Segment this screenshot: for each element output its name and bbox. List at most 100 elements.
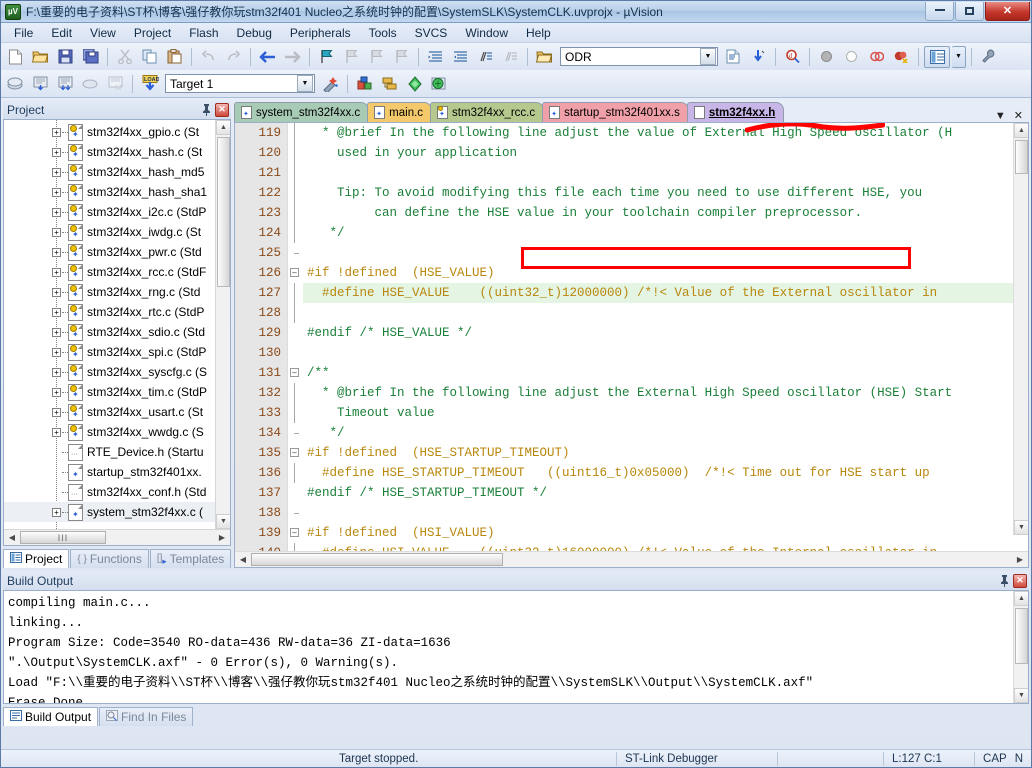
previous-bookmark-button[interactable] [340, 46, 363, 68]
expand-icon[interactable]: + [52, 187, 61, 197]
scrollbar-thumb[interactable] [251, 553, 503, 566]
uncomment-block-button[interactable] [499, 46, 522, 68]
chevron-down-icon[interactable]: ▼ [700, 48, 716, 65]
tree-item[interactable]: + ✦ stm32f4xx_iwdg.c (St [4, 222, 230, 242]
tree-item[interactable]: + ✦ stm32f4xx_spi.c (StdP [4, 342, 230, 362]
scroll-right-icon[interactable]: ▶ [214, 531, 230, 545]
fold-column[interactable] [287, 163, 303, 183]
expand-icon[interactable]: + [52, 327, 61, 337]
code-editor-body[interactable]: 119 * @brief In the following line adjus… [235, 123, 1028, 551]
menu-help[interactable]: Help [517, 24, 560, 42]
close-icon[interactable]: ✕ [1013, 573, 1027, 588]
expand-icon[interactable]: + [52, 127, 61, 137]
code-horizontal-scrollbar[interactable]: ◀ ▶ [235, 551, 1028, 567]
fold-column[interactable]: – [287, 363, 303, 383]
fold-column[interactable]: – [287, 263, 303, 283]
fold-column[interactable] [287, 183, 303, 203]
expand-icon[interactable]: + [52, 287, 61, 297]
editor-tab-stm32f4xx-rcc-c[interactable]: ✦ stm32f4xx_rcc.c [430, 102, 545, 122]
redo-button[interactable] [222, 46, 245, 68]
tree-item[interactable]: + ✦ stm32f4xx_hash.c (St [4, 142, 230, 162]
tab-functions[interactable]: { } Functions [70, 549, 149, 568]
fold-column[interactable] [287, 403, 303, 423]
collapse-icon[interactable]: – [290, 528, 299, 537]
expand-icon[interactable]: + [52, 267, 61, 277]
scroll-up-icon[interactable]: ▲ [1014, 123, 1028, 138]
breakpoint-toggle-button[interactable] [815, 46, 838, 68]
scrollbar-thumb[interactable] [1015, 140, 1028, 174]
scroll-down-icon[interactable]: ▼ [216, 514, 230, 529]
pack-installer-button[interactable] [403, 73, 426, 95]
menu-debug[interactable]: Debug [228, 24, 281, 42]
collapse-icon[interactable]: – [290, 368, 299, 377]
collapse-icon[interactable]: – [290, 448, 299, 457]
open-text-button[interactable] [533, 46, 556, 68]
pin-icon[interactable] [200, 103, 213, 117]
tree-item[interactable]: + ✦ stm32f4xx_pwr.c (Std [4, 242, 230, 262]
tree-item[interactable]: + ✦ stm32f4xx_hash_md5 [4, 162, 230, 182]
manage-windows-button[interactable] [924, 45, 950, 68]
open-file-button[interactable] [29, 46, 52, 68]
project-tree[interactable]: + ✦ stm32f4xx_gpio.c (St + ✦ stm32f4xx_hash.… [4, 120, 230, 529]
expand-icon[interactable]: + [52, 407, 61, 417]
manage-windows-dropdown[interactable]: ▼ [952, 45, 966, 68]
expand-icon[interactable]: + [52, 247, 61, 257]
menu-tools[interactable]: Tools [360, 24, 406, 42]
batch-build-button[interactable] [79, 73, 102, 95]
fold-column[interactable] [287, 543, 303, 551]
manage-run-time-button[interactable] [428, 73, 451, 95]
pin-icon[interactable] [998, 574, 1011, 588]
fold-column[interactable] [287, 323, 303, 343]
multi-project-button[interactable] [378, 73, 401, 95]
download-to-flash-button[interactable]: LOAD [138, 73, 161, 95]
project-tree-vertical-scrollbar[interactable]: ▲ ▼ [215, 120, 230, 529]
copy-button[interactable] [138, 46, 161, 68]
configure-button[interactable] [977, 46, 1000, 68]
menu-edit[interactable]: Edit [42, 24, 81, 42]
save-button[interactable] [54, 46, 77, 68]
save-all-button[interactable] [79, 46, 102, 68]
code-lines[interactable]: 119 * @brief In the following line adjus… [235, 123, 1013, 551]
paste-button[interactable] [163, 46, 186, 68]
goto-definition-button[interactable] [747, 46, 770, 68]
code-editor[interactable]: 119 * @brief In the following line adjus… [234, 122, 1029, 568]
scroll-down-icon[interactable]: ▼ [1014, 688, 1028, 703]
disable-breakpoint-button[interactable] [840, 46, 863, 68]
navigate-forward-button[interactable] [281, 46, 304, 68]
scrollbar-thumb[interactable] [217, 137, 230, 287]
maximize-button[interactable] [955, 1, 984, 21]
undo-button[interactable] [197, 46, 220, 68]
target-options-button[interactable] [319, 73, 342, 95]
scroll-up-icon[interactable]: ▲ [1014, 591, 1028, 606]
tab-build-output[interactable]: Build Output [3, 707, 99, 726]
toggle-bookmark-button[interactable] [315, 46, 338, 68]
expand-icon[interactable]: + [52, 167, 61, 177]
stop-build-button[interactable] [104, 73, 127, 95]
close-icon[interactable]: ✕ [215, 102, 229, 117]
expand-icon[interactable]: + [52, 427, 61, 437]
fold-column[interactable] [287, 223, 303, 243]
tree-item[interactable]: + ✦ stm32f4xx_rtc.c (StdP [4, 302, 230, 322]
menu-flash[interactable]: Flash [180, 24, 227, 42]
tab-templates[interactable]: []▸ Templates [149, 549, 232, 568]
kill-all-breakpoints-button[interactable] [890, 46, 913, 68]
fold-column[interactable] [287, 423, 303, 443]
menu-file[interactable]: File [5, 24, 42, 42]
find-in-files-button[interactable]: d [781, 46, 804, 68]
expand-icon[interactable]: + [52, 507, 61, 517]
fold-column[interactable] [287, 203, 303, 223]
navigate-back-button[interactable] [256, 46, 279, 68]
editor-tab-startup-stm32f401xx-s[interactable]: ✦ startup_stm32f401xx.s [542, 102, 689, 122]
tree-item[interactable]: + ✦ stm32f4xx_sdio.c (Std [4, 322, 230, 342]
close-tab-icon[interactable]: ✕ [1014, 109, 1023, 122]
cut-button[interactable] [113, 46, 136, 68]
tab-list-dropdown-icon[interactable]: ▼ [995, 110, 1006, 122]
tree-item[interactable]: + ✦ stm32f4xx_i2c.c (StdP [4, 202, 230, 222]
tab-project[interactable]: Project [3, 549, 70, 568]
chevron-down-icon[interactable]: ▼ [297, 75, 313, 92]
fold-column[interactable]: – [287, 443, 303, 463]
scroll-up-icon[interactable]: ▲ [216, 120, 230, 135]
project-tree-horizontal-scrollbar[interactable]: ◀ III ▶ [4, 529, 230, 545]
build-output-body[interactable]: compiling main.c... linking... Program S… [3, 590, 1029, 704]
fold-column[interactable] [287, 503, 303, 523]
